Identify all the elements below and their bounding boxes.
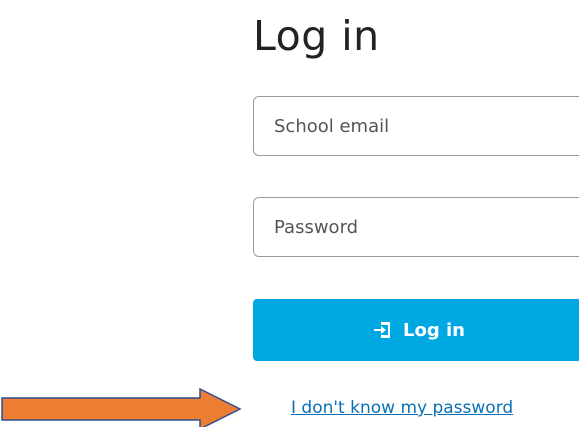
- email-field[interactable]: [253, 96, 579, 156]
- password-field[interactable]: [253, 197, 579, 257]
- annotation-arrow-icon: [1, 388, 242, 427]
- forgot-password-link[interactable]: I don't know my password: [291, 398, 513, 418]
- login-door-icon: [373, 320, 393, 340]
- login-button-label: Log in: [403, 319, 465, 341]
- login-button[interactable]: Log in: [253, 299, 579, 361]
- page-title: Log in: [253, 12, 380, 60]
